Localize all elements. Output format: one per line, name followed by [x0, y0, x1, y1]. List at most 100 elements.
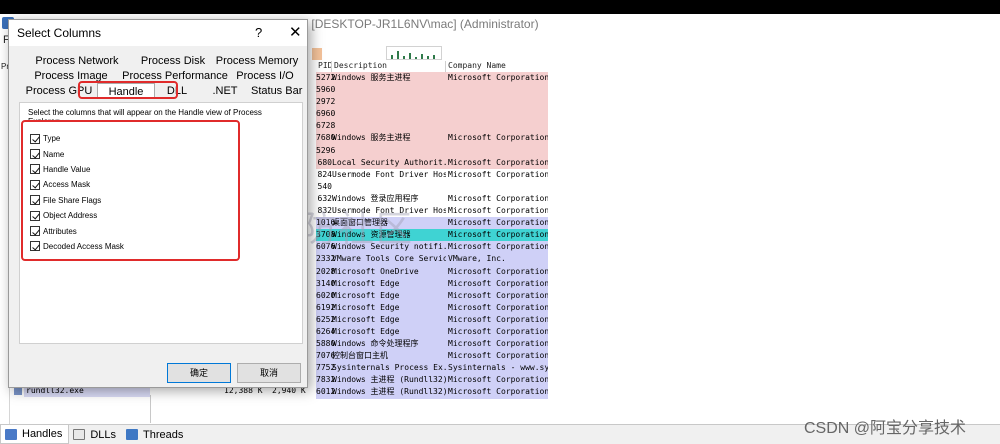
checkbox-name[interactable]: Name [30, 146, 124, 161]
tab-handles[interactable]: Handles [0, 425, 70, 444]
help-icon[interactable]: ? [255, 25, 262, 40]
company-cell [446, 145, 548, 157]
desc-cell [332, 181, 446, 193]
desc-cell: Windows 主进程 (Rundll32) [332, 375, 446, 385]
desc-cell: Microsoft OneDrive [332, 266, 419, 276]
desc-cell: Windows 命令处理程序 [332, 339, 419, 349]
pid-cell: 5960 [316, 85, 336, 95]
table-row[interactable]: 5960 [316, 84, 548, 97]
watermark: 防社区 [300, 208, 415, 249]
tab-process-image[interactable]: Process Image [21, 68, 121, 84]
checkbox-checked-icon[interactable] [30, 149, 40, 160]
pid-cell: 6012 [316, 387, 336, 397]
table-row[interactable]: 5296 [316, 144, 548, 157]
checkbox-access-mask[interactable]: Access Mask [30, 177, 124, 192]
pid-cell: 3140 [316, 278, 336, 288]
table-row[interactable]: 7076 控制台窗口主机 Microsoft Corporation [316, 350, 548, 363]
tab-process-memory[interactable]: Process Memory [213, 53, 301, 69]
tab-process-performance[interactable]: Process Performance [121, 68, 229, 84]
table-row[interactable]: 680 Local Security Authorit... Microsoft C… [316, 156, 548, 169]
tab-threads-label: Threads [143, 428, 184, 441]
company-cell [446, 96, 548, 108]
table-row[interactable]: 2332 VMware Tools Core Service VMware, Inc… [316, 253, 548, 266]
pid-cell: 7752 [316, 363, 336, 373]
checkbox-type[interactable]: Type [30, 131, 124, 146]
pid-column-header[interactable]: PID [316, 61, 332, 72]
pid-cell: 2332 [316, 254, 336, 264]
cancel-button[interactable]: 取消 [237, 363, 301, 383]
table-row[interactable]: 7680 Windows 服务主进程 Microsoft Corporation [316, 132, 548, 145]
checkbox-checked-icon[interactable] [30, 195, 40, 206]
ok-button[interactable]: 确定 [167, 363, 231, 383]
checkbox-label: Access Mask [43, 180, 91, 190]
tab-threads[interactable]: Threads [122, 425, 189, 444]
pane-divider [150, 395, 151, 423]
desc-cell: Microsoft Edge [332, 302, 400, 312]
tab-net[interactable]: .NET [199, 83, 251, 99]
company-cell: Microsoft Corporation [448, 193, 548, 203]
table-row[interactable]: 5880 Windows 命令处理程序 Microsoft Corporation [316, 338, 548, 351]
pid-cell: 6960 [316, 109, 336, 119]
toolbar-strip [312, 46, 442, 60]
checkbox-attributes[interactable]: Attributes [30, 223, 124, 238]
pid-cell: 6020 [316, 290, 336, 300]
table-row[interactable]: 6960 [316, 108, 548, 121]
tab-handle[interactable]: Handle [97, 83, 155, 99]
company-column-header[interactable]: Company Name [446, 61, 548, 72]
table-row[interactable]: 6192 Microsoft Edge Microsoft Corporation [316, 301, 548, 314]
top-black-bar [0, 0, 1000, 14]
company-cell: Microsoft Corporation [448, 169, 548, 179]
threads-icon [126, 429, 139, 440]
tab-row-2: Process Image Process Performance Process … [21, 68, 301, 84]
checkbox-checked-icon[interactable] [30, 179, 40, 190]
table-row[interactable]: 6252 Microsoft Edge Microsoft Corporation [316, 313, 548, 326]
description-column-header[interactable]: Description [332, 61, 446, 72]
checkbox-checked-icon[interactable] [30, 226, 40, 237]
column-checkbox-list: Type Name Handle Value Access Mask File Shar… [30, 131, 124, 254]
checkbox-object-address[interactable]: Object Address [30, 208, 124, 223]
checkbox-checked-icon[interactable] [30, 210, 40, 221]
table-row[interactable]: 824 Usermode Font Driver Host Microsoft Co… [316, 168, 548, 181]
company-cell [446, 84, 548, 96]
tab-dlls-label: DLLs [90, 428, 117, 441]
table-row[interactable]: 6264 Microsoft Edge Microsoft Corporation [316, 325, 548, 339]
tab-status-bar[interactable]: Status Bar [251, 83, 302, 99]
dialog-titlebar: Select Columns ? ✕ [9, 20, 307, 46]
company-cell: Microsoft Corporation [448, 326, 548, 336]
table-row[interactable]: 5272 Windows 服务主进程 Microsoft Corporation [316, 72, 548, 85]
table-row[interactable]: 6020 Microsoft Edge Microsoft Corporation [316, 289, 548, 302]
desc-cell: Windows 服务主进程 [332, 73, 411, 82]
checkbox-decoded-access-mask[interactable]: Decoded Access Mask [30, 239, 124, 254]
checkbox-label: Attributes [43, 226, 77, 236]
table-row[interactable]: 2972 [316, 96, 548, 109]
checkbox-checked-icon[interactable] [30, 164, 40, 175]
checkbox-file-share-flags[interactable]: File Share Flags [30, 193, 124, 208]
tab-process-i-o[interactable]: Process I/O [229, 68, 301, 84]
desc-cell: Microsoft Edge [332, 326, 400, 336]
table-row[interactable]: 7832 Windows 主进程 (Rundll32) Microsoft Corp… [316, 374, 548, 387]
panel-description: Select the columns that will appear on t… [28, 108, 262, 122]
table-row[interactable]: 7752 Sysinternals Process Ex... Sysinterna… [316, 362, 548, 375]
handle-tab-panel: Select the columns that will appear on t… [19, 102, 303, 344]
table-row[interactable]: 6728 [316, 120, 548, 133]
table-row[interactable]: 2028 Microsoft OneDrive Microsoft Corporat… [316, 265, 548, 278]
desc-cell: Windows 主进程 (Rundll32) [332, 387, 446, 397]
tab-dlls[interactable]: DLLs [69, 425, 122, 444]
checkbox-checked-icon[interactable] [30, 133, 40, 144]
company-cell: Microsoft Corporation [448, 73, 548, 82]
tab-process-disk[interactable]: Process Disk [133, 53, 213, 69]
table-row[interactable]: 6012 Windows 主进程 (Rundll32) Microsoft Corp… [316, 386, 548, 399]
table-row[interactable]: 3140 Microsoft Edge Microsoft Corporation [316, 277, 548, 290]
pid-cell: 540 [317, 181, 332, 191]
desc-cell: Local Security Authorit... [332, 157, 446, 167]
checkbox-handle-value[interactable]: Handle Value [30, 162, 124, 177]
tab-process-network[interactable]: Process Network [21, 53, 133, 69]
table-row[interactable]: 540 [316, 180, 548, 193]
close-icon[interactable]: ✕ [289, 23, 302, 41]
checkbox-checked-icon[interactable] [30, 241, 40, 252]
cpu-graph-icon[interactable] [386, 46, 442, 60]
tab-dll[interactable]: DLL [155, 83, 199, 99]
company-cell: VMware, Inc. [448, 254, 506, 264]
tab-process-gpu[interactable]: Process GPU [21, 83, 97, 99]
desc-cell: Usermode Font Driver Host [332, 169, 446, 179]
